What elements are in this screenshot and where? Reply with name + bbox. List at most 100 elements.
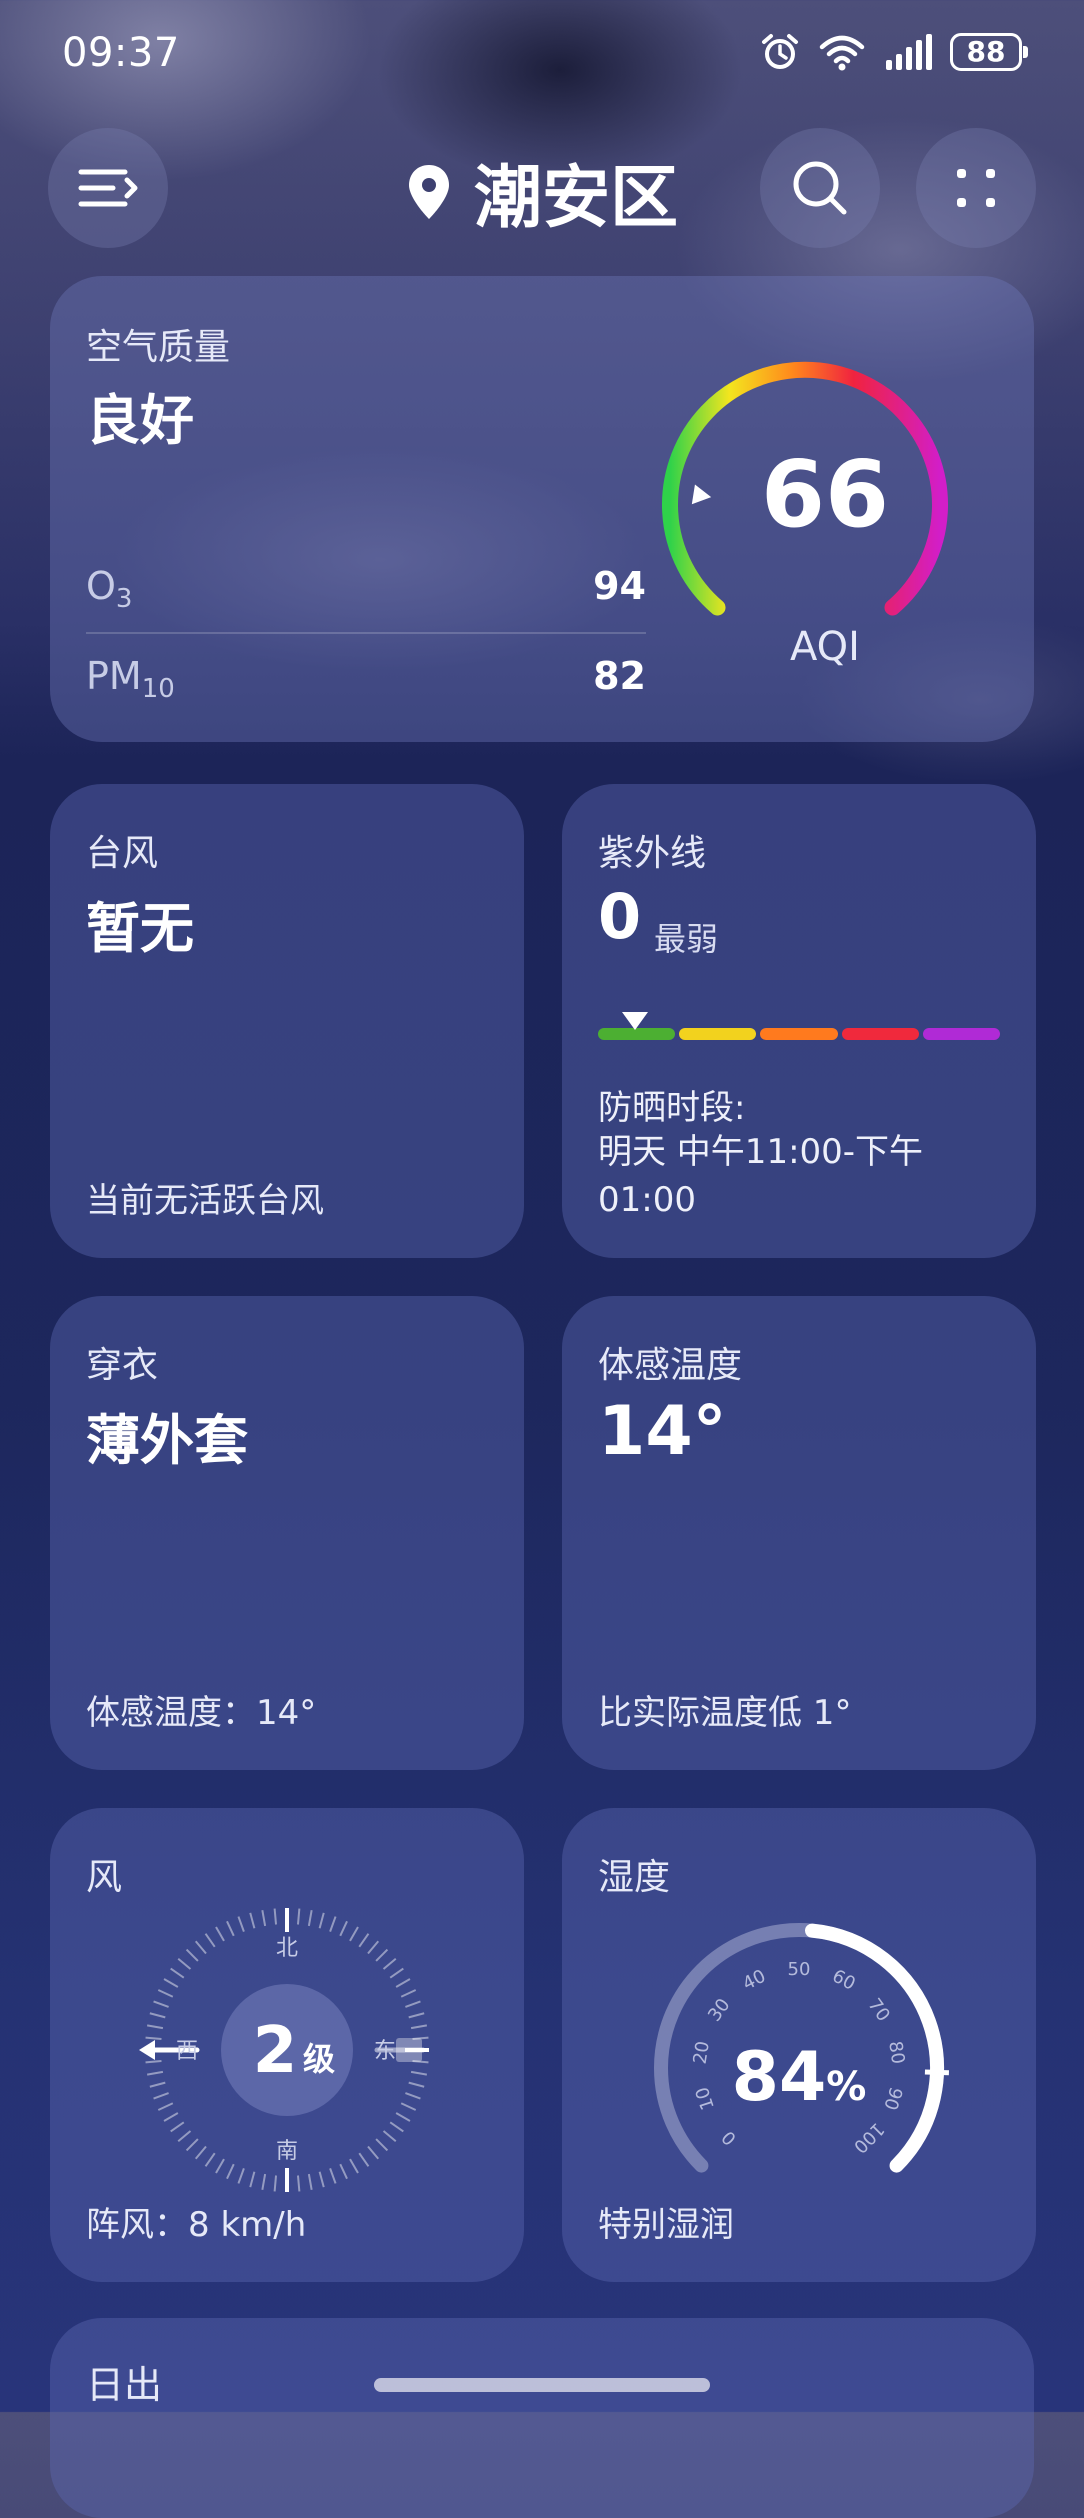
uv-scale-segment <box>760 1028 838 1040</box>
divider <box>86 632 646 634</box>
compass-tick <box>215 1926 225 1942</box>
humidity-tick-label: 80 <box>884 2040 908 2066</box>
humidity-marker <box>924 2069 950 2076</box>
compass-tick <box>307 1909 313 1927</box>
compass-tick <box>145 2036 162 2041</box>
compass-tick <box>237 1916 245 1932</box>
compass-tick <box>146 2070 164 2076</box>
battery-icon: 88 <box>950 33 1028 71</box>
direction-north: 北 <box>276 1936 298 1961</box>
humidity-tick-label: 10 <box>692 2084 719 2112</box>
home-indicator[interactable] <box>374 2378 710 2392</box>
aqi-value: 66 <box>761 441 889 548</box>
compass-tick <box>177 1957 192 1970</box>
humidity-tick-label: 30 <box>704 1995 734 2026</box>
feels-like-value: 14° <box>598 1392 727 1471</box>
humidity-card[interactable]: 湿度 0 10 20 30 40 50 60 70 80 90 100 84% 特别湿润 <box>562 1808 1036 2282</box>
air-quality-card[interactable]: 空气质量 良好 O3 94 PM10 82 66 AQI <box>50 276 1034 742</box>
more-icon <box>957 169 995 207</box>
typhoon-footer: 当前无活跃台风 <box>86 1181 324 1221</box>
compass-tick <box>226 2163 235 2180</box>
sunrise-card[interactable]: 日出 <box>50 2318 1034 2518</box>
humidity-label: 湿度 <box>598 1857 671 1898</box>
compass-tick <box>408 2081 425 2088</box>
compass-tick <box>157 1989 174 1998</box>
direction-south: 南 <box>276 2139 298 2164</box>
sunrise-label: 日出 <box>86 2363 163 2407</box>
air-quality-status: 良好 <box>86 389 194 452</box>
top-bar: 潮安区 <box>0 128 1084 248</box>
pollutant-row-o3: O3 94 <box>86 564 646 614</box>
typhoon-card[interactable]: 台风 暂无 当前无活跃台风 <box>50 784 524 1258</box>
pollutant-row-pm10: PM10 82 <box>86 654 646 704</box>
compass-tick <box>194 1940 207 1955</box>
compass-tick <box>382 2130 397 2143</box>
pollutant-name: PM10 <box>86 654 175 704</box>
compass-tick <box>375 1948 389 1962</box>
feels-like-card[interactable]: 体感温度 14° 比实际温度低 1° <box>562 1296 1036 1770</box>
uv-value: 0 <box>598 880 642 953</box>
search-icon <box>793 161 847 215</box>
pollutant-name: O3 <box>86 564 133 614</box>
compass-tick <box>185 1948 199 1962</box>
typhoon-label: 台风 <box>86 833 159 874</box>
compass-tick <box>405 2092 421 2100</box>
compass-tick <box>395 2112 411 2122</box>
compass-tick <box>185 2138 199 2152</box>
aqi-gauge: 66 AQI <box>662 361 948 670</box>
sunscreen-time: 明天 中午11:00-下午01:00 <box>598 1132 924 1220</box>
compass-tick <box>153 2000 169 2008</box>
humidity-tick-label: 50 <box>788 1959 811 1980</box>
compass-tick <box>405 2000 421 2008</box>
more-button[interactable] <box>916 128 1036 248</box>
compass-tick <box>395 1978 411 1988</box>
humidity-tick-label: 100 <box>849 2118 888 2157</box>
compass-tick <box>237 2168 245 2184</box>
humidity-tick-label: 90 <box>879 2084 906 2112</box>
compass-tick <box>163 2112 179 2122</box>
compass-tick <box>215 2158 225 2174</box>
search-button[interactable] <box>760 128 880 248</box>
clothing-label: 穿衣 <box>86 1345 159 1386</box>
pollutant-value: 82 <box>593 654 646 698</box>
aqi-pointer <box>691 484 712 505</box>
compass-tick <box>149 2081 166 2088</box>
compass-tick <box>410 2024 428 2030</box>
compass-tick <box>149 2012 166 2019</box>
compass-tick <box>273 1908 278 1925</box>
compass-tick <box>339 1920 348 1937</box>
uv-scale <box>598 1028 1001 1040</box>
uv-card[interactable]: 紫外线 0 最弱 防晒时段: 明天 中午11:00-下午01:00 <box>562 784 1036 1258</box>
humidity-tick-label: 60 <box>829 1966 859 1995</box>
direction-east: 东 <box>374 2039 396 2064</box>
compass-tick <box>249 2171 256 2188</box>
location-name: 潮安区 <box>473 159 678 238</box>
wind-label: 风 <box>86 1857 123 1898</box>
pollutant-value: 94 <box>593 564 646 608</box>
compass-tick <box>408 2012 425 2019</box>
uv-scale-segment <box>922 1028 1001 1040</box>
typhoon-status: 暂无 <box>86 897 194 960</box>
compass-tick <box>389 1967 404 1979</box>
aqi-label: AQI <box>790 624 860 670</box>
compass-tick <box>261 2173 267 2191</box>
compass-tick <box>410 2070 428 2076</box>
compass-tick <box>261 1909 267 1927</box>
humidity-description: 特别湿润 <box>598 2205 734 2245</box>
signal-icon <box>886 34 932 70</box>
status-time: 09:37 <box>62 30 180 76</box>
alarm-icon <box>762 34 798 69</box>
feels-like-label: 体感温度 <box>598 1345 743 1386</box>
wind-card[interactable]: 风 北 南 西 东 2 级 阵风：8 km/h <box>50 1808 524 2282</box>
humidity-value: 84% <box>732 2038 867 2117</box>
clothing-footer: 体感温度：14° <box>86 1693 317 1733</box>
compass-tick <box>177 2130 192 2143</box>
status-bar: 09:37 88 <box>62 28 1028 84</box>
compass-tick <box>307 2173 313 2191</box>
compass-tick <box>273 2175 278 2192</box>
wind-arrow-icon <box>139 2040 155 2060</box>
compass-tick <box>296 2175 301 2192</box>
compass-tick <box>400 2102 417 2111</box>
compass-tick <box>153 2092 169 2100</box>
clothing-card[interactable]: 穿衣 薄外套 体感温度：14° <box>50 1296 524 1770</box>
